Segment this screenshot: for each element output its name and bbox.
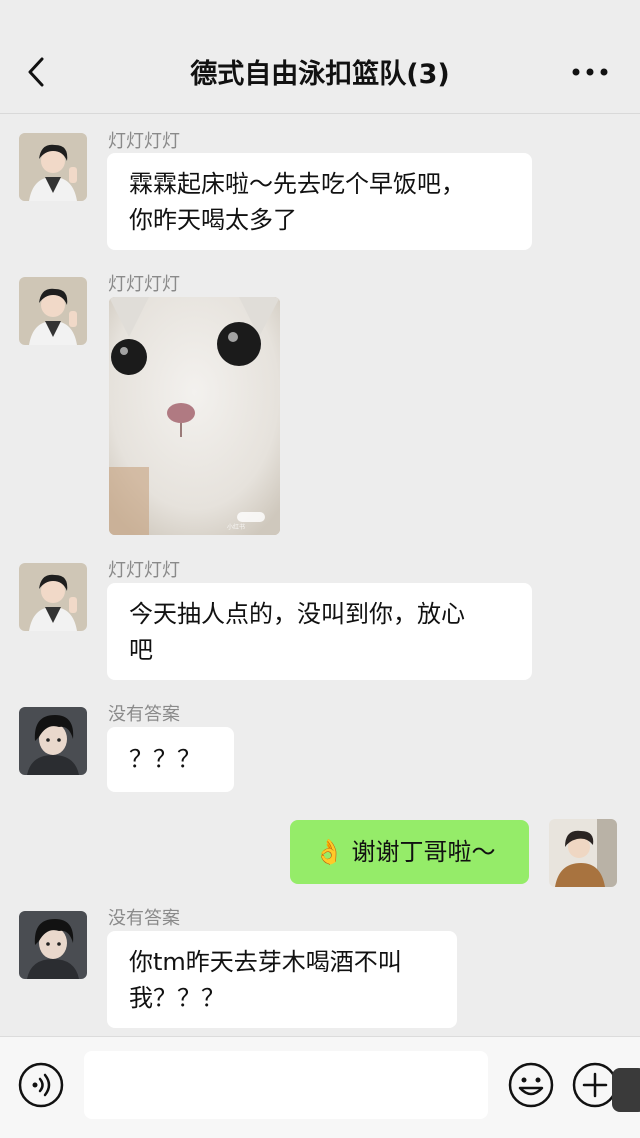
message-item: 灯灯灯灯 今天抽人点的，没叫到你，放心 吧 bbox=[0, 556, 640, 686]
message-item: 灯灯灯灯 小红书 bbox=[0, 270, 640, 540]
message-bubble[interactable]: 👌 谢谢丁哥啦～ bbox=[290, 820, 529, 884]
message-line: 谢谢丁哥啦～ bbox=[351, 838, 496, 866]
message-line: 你tm昨天去芽木喝酒不叫 bbox=[129, 948, 402, 976]
message-line: 我？？？ bbox=[129, 984, 225, 1012]
input-bar bbox=[0, 1036, 640, 1138]
message-line: 吧 bbox=[129, 636, 153, 664]
message-list[interactable]: 灯灯灯灯 霖霖起床啦～先去吃个早饭吧， 你昨天喝太多了 灯灯灯灯 小红书 灯灯灯… bbox=[0, 114, 640, 1036]
sender-name: 灯灯灯灯 bbox=[108, 274, 180, 295]
message-line: 今天抽人点的，没叫到你，放心 bbox=[129, 600, 465, 628]
message-item: 没有答案 ？？？ bbox=[0, 700, 640, 800]
avatar-dengdeng[interactable] bbox=[19, 133, 87, 201]
more-dots-icon[interactable] bbox=[572, 68, 608, 76]
message-line: 你昨天喝太多了 bbox=[129, 206, 297, 234]
avatar-meiyoudaan[interactable] bbox=[19, 911, 87, 979]
message-bubble[interactable]: 今天抽人点的，没叫到你，放心 吧 bbox=[107, 583, 532, 680]
emoji-icon[interactable] bbox=[508, 1062, 554, 1108]
voice-icon[interactable] bbox=[18, 1062, 64, 1108]
floating-handle[interactable] bbox=[612, 1068, 640, 1112]
sender-name: 没有答案 bbox=[108, 704, 180, 725]
page-title: 德式自由泳扣篮队(3) bbox=[190, 59, 450, 90]
message-item-sent: 👌 谢谢丁哥啦～ bbox=[0, 814, 640, 894]
message-line: ？？？ bbox=[129, 745, 201, 773]
message-bubble[interactable]: 你tm昨天去芽木喝酒不叫 我？？？ bbox=[107, 931, 457, 1028]
avatar-dengdeng[interactable] bbox=[19, 563, 87, 631]
sender-name: 灯灯灯灯 bbox=[108, 560, 180, 581]
cat-face-photo[interactable]: 小红书 bbox=[109, 297, 280, 535]
message-line: 霖霖起床啦～先去吃个早饭吧， bbox=[129, 170, 465, 198]
sender-name: 没有答案 bbox=[108, 908, 180, 929]
sender-name: 灯灯灯灯 bbox=[108, 131, 180, 152]
message-bubble[interactable]: 霖霖起床啦～先去吃个早饭吧， 你昨天喝太多了 bbox=[107, 153, 532, 250]
message-item: 没有答案 你tm昨天去芽木喝酒不叫 我？？？ bbox=[0, 904, 640, 1034]
watermark-text: 小红书 bbox=[227, 523, 245, 531]
avatar-meiyoudaan[interactable] bbox=[19, 707, 87, 775]
message-bubble[interactable]: ？？？ bbox=[107, 727, 234, 792]
ok-hand-emoji: 👌 bbox=[314, 838, 344, 866]
message-input[interactable] bbox=[84, 1051, 488, 1119]
chat-header: 德式自由泳扣篮队(3) bbox=[0, 0, 640, 114]
avatar-self[interactable] bbox=[549, 819, 617, 887]
avatar-dengdeng[interactable] bbox=[19, 277, 87, 345]
message-item: 灯灯灯灯 霖霖起床啦～先去吃个早饭吧， 你昨天喝太多了 bbox=[0, 114, 640, 254]
